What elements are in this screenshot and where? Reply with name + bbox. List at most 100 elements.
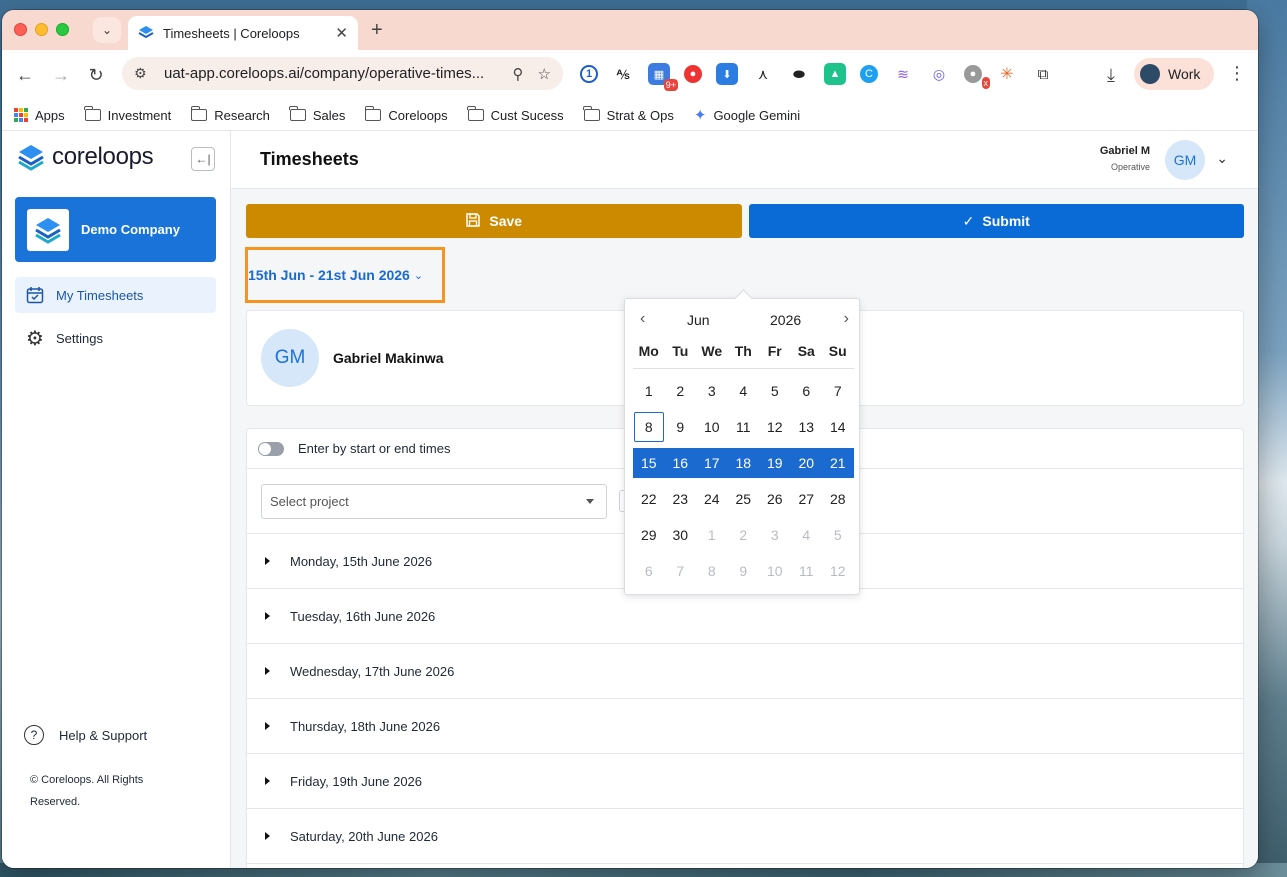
calendar-day[interactable]: 6: [791, 373, 823, 409]
sidebar-item-my-timesheets[interactable]: My Timesheets: [15, 277, 216, 313]
calendar-day[interactable]: 25: [728, 481, 760, 517]
project-select[interactable]: Select project: [261, 484, 607, 519]
forward-icon[interactable]: →: [49, 63, 73, 87]
calendar-day[interactable]: 9: [665, 409, 697, 445]
calendar-day[interactable]: 2: [728, 517, 760, 553]
zoom-icon[interactable]: ⚲: [513, 65, 524, 83]
calendar-day[interactable]: 23: [665, 481, 697, 517]
puzzle-extensions-icon[interactable]: ⧉: [1032, 63, 1054, 85]
calendar-day-today[interactable]: 8: [633, 409, 665, 445]
date-range-selector[interactable]: 15th Jun - 21st Jun 2026 ⌄: [245, 247, 445, 303]
disabled-extension-icon[interactable]: ● x: [964, 65, 990, 89]
day-row[interactable]: Thursday, 18th June 2026: [247, 699, 1243, 754]
figure-extension-icon[interactable]: ⋏: [752, 63, 774, 85]
calendar-day-selected[interactable]: 18: [727, 448, 759, 478]
calendar-day[interactable]: 3: [696, 373, 728, 409]
asterisk-extension-icon[interactable]: ✳: [996, 63, 1018, 85]
calendar-day[interactable]: 3: [759, 517, 791, 553]
calendar-day[interactable]: 29: [633, 517, 665, 553]
day-row[interactable]: Wednesday, 17th June 2026: [247, 644, 1243, 699]
calendar-day[interactable]: 5: [822, 517, 854, 553]
calendar-day[interactable]: 12: [759, 409, 791, 445]
grammar-extension-icon[interactable]: C: [860, 65, 878, 83]
calendar-day[interactable]: 14: [822, 409, 854, 445]
help-support-link[interactable]: ? Help & Support: [24, 725, 147, 745]
save-button[interactable]: Save: [246, 204, 742, 238]
signature-extension-icon[interactable]: ⅍: [612, 63, 634, 85]
day-row[interactable]: Saturday, 20th June 2026: [247, 809, 1243, 864]
tab-search-button[interactable]: ⌄: [93, 17, 121, 43]
teal-extension-icon[interactable]: ▲: [824, 63, 846, 85]
bookmark-sales[interactable]: Sales: [289, 106, 345, 123]
new-tab-button[interactable]: +: [371, 19, 383, 42]
calendar-day[interactable]: 11: [791, 553, 823, 589]
calendar-month[interactable]: Jun: [687, 312, 710, 328]
close-window-button[interactable]: [14, 23, 27, 36]
calendar-day[interactable]: 9: [728, 553, 760, 589]
calendar-day[interactable]: 10: [759, 553, 791, 589]
audio-extension-icon[interactable]: ≋: [892, 63, 914, 85]
calendar-day[interactable]: 2: [665, 373, 697, 409]
calendar-day[interactable]: 24: [696, 481, 728, 517]
company-selector[interactable]: Demo Company: [15, 197, 216, 262]
loop-extension-icon[interactable]: ◎: [928, 63, 950, 85]
calendar-day[interactable]: 10: [696, 409, 728, 445]
bookmark-investment[interactable]: Investment: [84, 106, 171, 123]
sidebar-item-settings[interactable]: ⚙ Settings: [15, 320, 216, 356]
password-manager-extension-icon[interactable]: 1: [580, 65, 598, 83]
calendar-day-selected[interactable]: 20: [790, 448, 822, 478]
calendar-day[interactable]: 6: [633, 553, 665, 589]
calendar-day[interactable]: 30: [665, 517, 697, 553]
tab-active[interactable]: Timesheets | Coreloops ✕: [128, 16, 358, 50]
calendar-day[interactable]: 8: [696, 553, 728, 589]
minimize-window-button[interactable]: [35, 23, 48, 36]
logo[interactable]: coreloops: [16, 143, 154, 171]
profile-button[interactable]: Work: [1134, 58, 1214, 90]
chevron-right-icon[interactable]: ›: [844, 310, 849, 328]
calendar-day[interactable]: 4: [728, 373, 760, 409]
back-icon[interactable]: ←: [13, 63, 37, 87]
reload-icon[interactable]: ↻: [84, 63, 108, 87]
calendar-day[interactable]: 12: [822, 553, 854, 589]
calendar-day[interactable]: 22: [633, 481, 665, 517]
calendar-day[interactable]: 26: [759, 481, 791, 517]
start-end-times-toggle[interactable]: [258, 441, 284, 456]
calendar-day[interactable]: 4: [791, 517, 823, 553]
chevron-down-icon[interactable]: ⌄: [1216, 150, 1228, 167]
bookmark-coreloops[interactable]: Coreloops: [364, 106, 448, 123]
calendar-day[interactable]: 1: [633, 373, 665, 409]
avatar[interactable]: GM: [1165, 140, 1205, 180]
calendar-day[interactable]: 7: [665, 553, 697, 589]
day-row[interactable]: Tuesday, 16th June 2026: [247, 589, 1243, 644]
calendar-day-selected[interactable]: 19: [759, 448, 791, 478]
bookmark-research[interactable]: Research: [190, 106, 270, 123]
pokeball-extension-icon[interactable]: ●: [684, 65, 702, 83]
maximize-window-button[interactable]: [56, 23, 69, 36]
tab-close-icon[interactable]: ✕: [335, 24, 348, 42]
calendar-day-selected[interactable]: 17: [696, 448, 728, 478]
day-row[interactable]: Friday, 19th June 2026: [247, 754, 1243, 809]
bookmark-cust-sucess[interactable]: Cust Sucess: [467, 106, 564, 123]
calendar-day[interactable]: 7: [822, 373, 854, 409]
site-settings-icon[interactable]: ⚙: [134, 65, 152, 82]
bookmark-star-icon[interactable]: ☆: [538, 65, 551, 83]
disk-extension-icon[interactable]: ⬬: [788, 63, 810, 85]
calendar-day-selected[interactable]: 16: [664, 448, 696, 478]
calendar-day[interactable]: 5: [759, 373, 791, 409]
browser-menu-icon[interactable]: ⋮: [1228, 63, 1246, 84]
calendar-year[interactable]: 2026: [770, 312, 801, 328]
calendar-day[interactable]: 1: [696, 517, 728, 553]
address-bar[interactable]: ⚙ uat-app.coreloops.ai/company/operative…: [122, 57, 563, 90]
calendar-day[interactable]: 27: [791, 481, 823, 517]
calendar-extension-icon[interactable]: ▦ 9+: [648, 63, 678, 91]
collapse-sidebar-button[interactable]: ←|: [191, 147, 215, 171]
calendar-day-selected[interactable]: 21: [822, 448, 854, 478]
calendar-day[interactable]: 13: [791, 409, 823, 445]
calendar-day-selected[interactable]: 15: [633, 448, 665, 478]
bookmark-strat-ops[interactable]: Strat & Ops: [583, 106, 674, 123]
calendar-day[interactable]: 28: [822, 481, 854, 517]
bookmark-google-gemini[interactable]: ✦ Google Gemini: [694, 106, 800, 124]
submit-button[interactable]: ✓ Submit: [748, 204, 1244, 238]
chevron-left-icon[interactable]: ‹: [640, 310, 645, 328]
bookmark-apps[interactable]: Apps: [14, 108, 65, 123]
